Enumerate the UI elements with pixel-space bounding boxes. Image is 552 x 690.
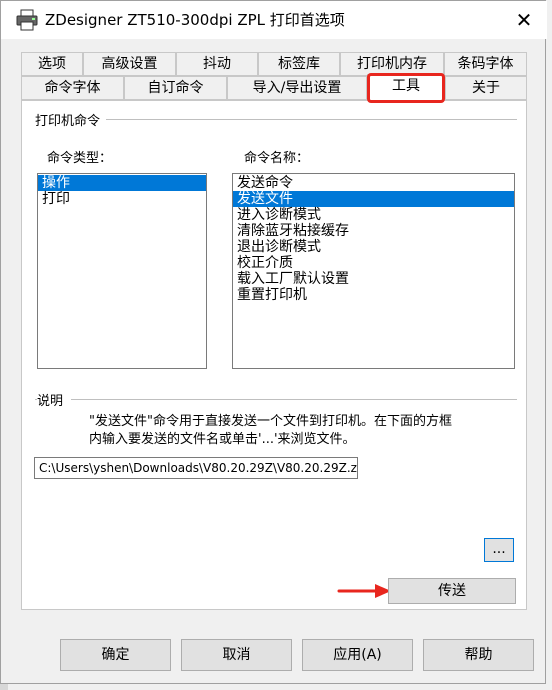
browse-button[interactable]: ... (484, 538, 514, 562)
printer-commands-group-label: 打印机命令 (35, 110, 107, 129)
print-preferences-dialog: ZDesigner ZT510-300dpi ZPL 打印首选项 ✕ 选项 高级… (0, 0, 547, 684)
tab-options[interactable]: 选项 (21, 52, 83, 76)
tab-barcode-fonts[interactable]: 条码字体 (444, 52, 527, 76)
command-name-label: 命令名称： (244, 151, 310, 166)
highlight-annotation-box (367, 73, 445, 103)
window-title: ZDesigner ZT510-300dpi ZPL 打印首选项 (45, 11, 345, 29)
close-button[interactable]: ✕ (509, 7, 539, 33)
description-group-label: 说明 (37, 390, 72, 409)
list-item[interactable]: 发送文件 (233, 191, 514, 207)
list-item[interactable]: 重置打印机 (233, 287, 514, 303)
printer-icon (15, 9, 39, 31)
tab-dithering[interactable]: 抖动 (176, 52, 258, 76)
command-type-list[interactable]: 操作 打印 (37, 173, 207, 369)
tab-about[interactable]: 关于 (445, 76, 527, 100)
command-type-label: 命令类型： (47, 151, 113, 166)
tab-stocks[interactable]: 标签库 (258, 52, 340, 76)
list-item[interactable]: 进入诊断模式 (233, 207, 514, 223)
file-path-field[interactable]: C:\Users\yshen\Downloads\V80.20.29Z\V80.… (34, 457, 358, 479)
tab-import-export-settings[interactable]: 导入/导出设置 (227, 76, 367, 100)
list-item[interactable]: 发送命令 (233, 175, 514, 191)
help-button[interactable]: 帮助 (423, 639, 534, 671)
tab-custom-commands[interactable]: 自订命令 (124, 76, 227, 100)
list-item[interactable]: 载入工厂默认设置 (233, 271, 514, 287)
tab-command-fonts[interactable]: 命令字体 (21, 76, 124, 100)
arrow-annotation-icon (337, 584, 391, 598)
ok-button[interactable]: 确定 (60, 639, 171, 671)
list-item[interactable]: 校正介质 (233, 255, 514, 271)
list-item[interactable]: 打印 (38, 191, 206, 207)
cancel-button[interactable]: 取消 (181, 639, 292, 671)
apply-button[interactable]: 应用(A) (302, 639, 413, 671)
description-line-1: "发送文件"命令用于直接发送一个文件到打印机。在下面的方框 (89, 414, 452, 429)
list-item[interactable]: 退出诊断模式 (233, 239, 514, 255)
group-divider (35, 119, 517, 120)
send-button[interactable]: 传送 (388, 578, 516, 604)
group-divider (35, 399, 517, 400)
description-line-2: 内输入要发送的文件名或单击'...'来浏览文件。 (89, 432, 356, 447)
tab-advanced-settings[interactable]: 高级设置 (83, 52, 176, 76)
title-bar: ZDesigner ZT510-300dpi ZPL 打印首选项 ✕ (1, 1, 547, 39)
list-item[interactable]: 清除蓝牙粘接缓存 (233, 223, 514, 239)
list-item[interactable]: 操作 (38, 175, 206, 191)
command-name-list[interactable]: 发送命令 发送文件 进入诊断模式 清除蓝牙粘接缓存 退出诊断模式 校正介质 载入… (232, 173, 515, 369)
